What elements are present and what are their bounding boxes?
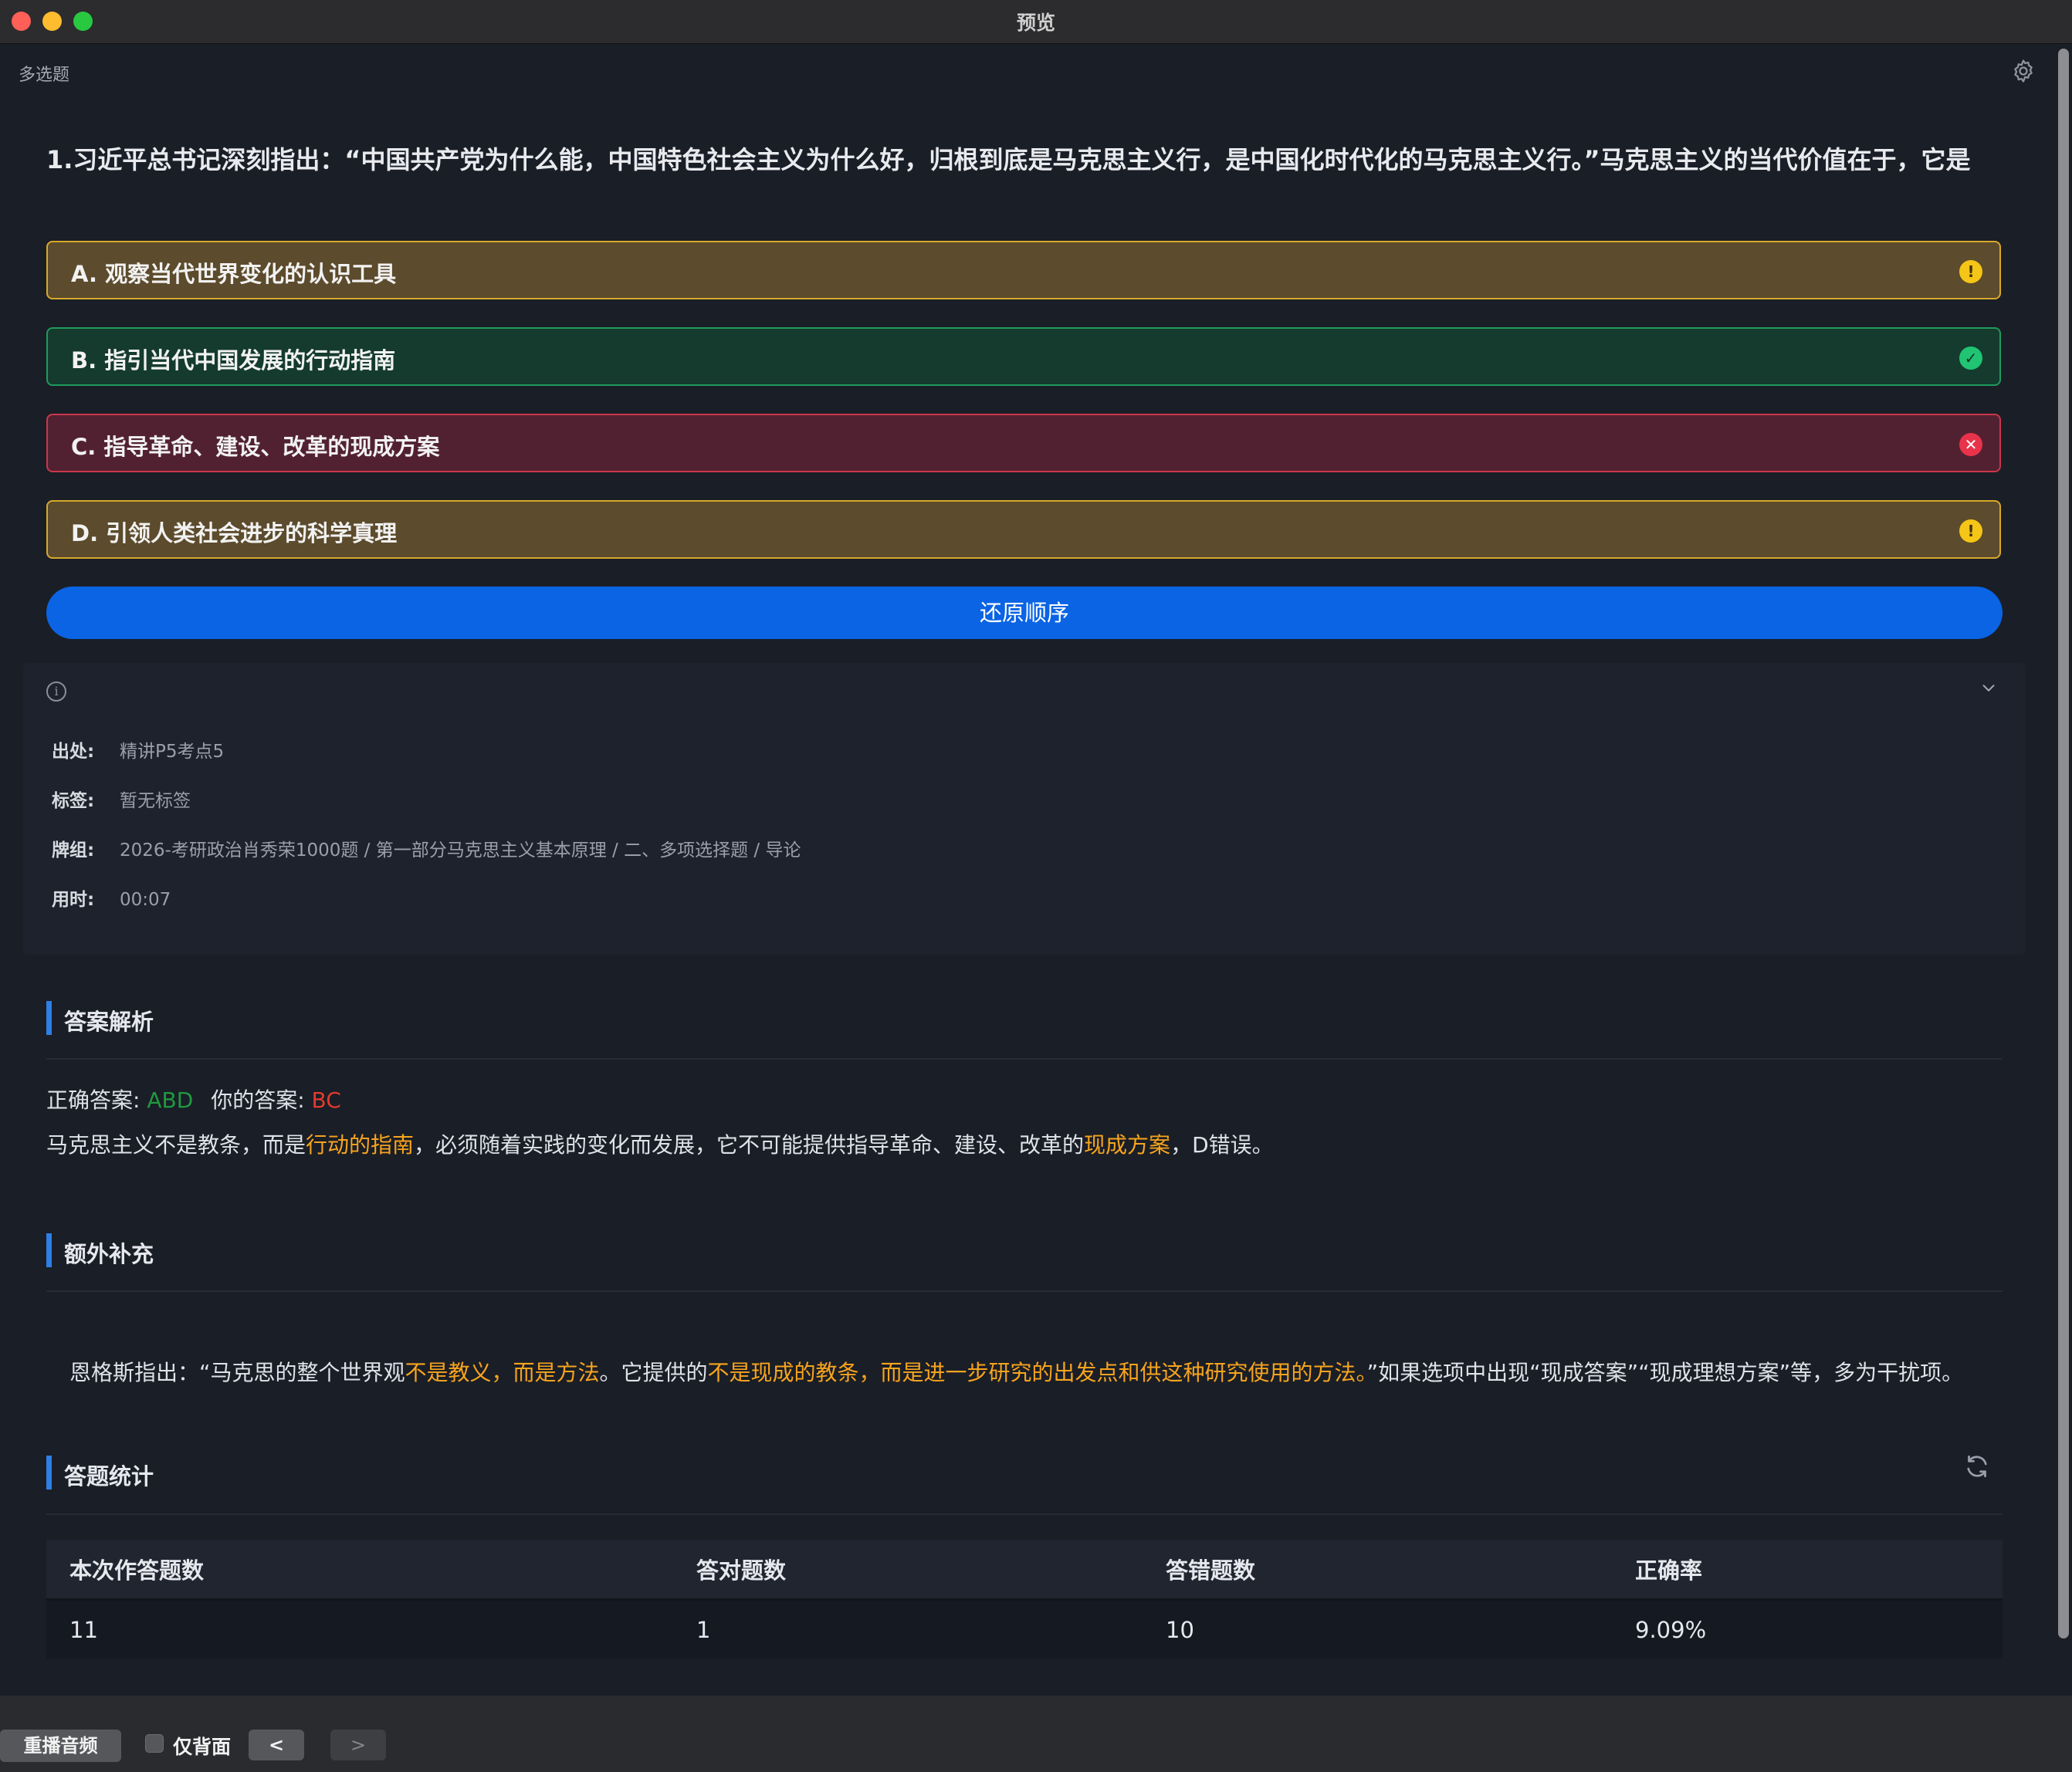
exclamation-icon: !: [1959, 260, 1982, 283]
extra-part: 。它提供的: [599, 1360, 708, 1385]
option-a[interactable]: A. 观察当代世界变化的认识工具 !: [46, 241, 2001, 299]
question-type-label: 多选题: [19, 66, 70, 85]
extra-title: 额外补充: [64, 1241, 154, 1267]
stats-table: 本次作答题数 答对题数 答错题数 正确率 11 1 10 9.09%: [46, 1540, 2003, 1659]
gear-icon[interactable]: [2010, 58, 2036, 84]
divider: [46, 1290, 2003, 1292]
column-header: 答对题数: [673, 1540, 1143, 1601]
correct-answer-value: ABD: [147, 1087, 194, 1113]
refresh-icon[interactable]: [1963, 1452, 1991, 1480]
back-only-label: 仅背面: [173, 1736, 232, 1758]
question-text: 1.习近平总书记深刻指出：“中国共产党为什么能，中国特色社会主义为什么好，归根到…: [46, 145, 1971, 174]
option-label: A. 观察当代世界变化的认识工具: [71, 261, 397, 287]
option-b[interactable]: B. 指引当代中国发展的行动指南 ✓: [46, 327, 2001, 386]
option-label: B. 指引当代中国发展的行动指南: [71, 347, 396, 374]
bottom-toolbar: 重播音频 仅背面 < >: [0, 1696, 2072, 1772]
user-answer-value: BC: [311, 1087, 341, 1113]
correct-answer-label: 正确答案:: [46, 1087, 147, 1113]
explanation-part: ，必须随着实践的变化而发展，它不可能提供指导革命、建设、改革的: [414, 1132, 1085, 1158]
table-header-row: 本次作答题数 答对题数 答错题数 正确率: [46, 1540, 2003, 1601]
option-label: D. 引领人类社会进步的科学真理: [71, 520, 398, 546]
exclamation-icon: !: [1959, 519, 1982, 543]
title-bar: 预览: [0, 0, 2072, 44]
chevron-down-icon[interactable]: [1980, 680, 1997, 697]
card-content: 多选题 1.习近平总书记深刻指出：“中国共产党为什么能，中国特色社会主义为什么好…: [0, 44, 2053, 1696]
extra-highlight: 不是现成的教条，而是进一步研究的出发点和供这种研究使用的方法。: [707, 1360, 1367, 1385]
info-panel: i 出处: 精讲P5考点5 标签: 暂无标签 牌组: 2026-考研政治肖秀荣1000…: [23, 663, 2026, 955]
explanation-text: 马克思主义不是教条，而是行动的指南，必须随着实践的变化而发展，它不可能提供指导革…: [46, 1128, 1274, 1159]
divider: [46, 1058, 2003, 1060]
extra-part: ”如果选项中出现“现成答案”“现成理想方案”等，多为干扰项。: [1366, 1360, 1964, 1385]
meta-source: 出处: 精讲P5考点5: [52, 736, 224, 763]
meta-value: 精讲P5考点5: [120, 742, 225, 762]
option-label: C. 指导革命、建设、改革的现成方案: [71, 434, 440, 460]
previous-button[interactable]: <: [249, 1730, 304, 1760]
section-accent-bar: [46, 1456, 52, 1490]
column-header: 答错题数: [1143, 1540, 1612, 1601]
analysis-title: 答案解析: [64, 1009, 154, 1035]
meta-value: 2026-考研政治肖秀荣1000题 / 第一部分马克思主义基本原理 / 二、多项…: [120, 840, 801, 861]
check-icon: ✓: [1959, 347, 1982, 370]
meta-key: 标签:: [52, 791, 95, 811]
meta-value: 00:07: [120, 890, 171, 910]
column-header: 本次作答题数: [46, 1540, 673, 1601]
back-only-checkbox[interactable]: [145, 1734, 164, 1753]
divider: [46, 1513, 2003, 1515]
explanation-highlight: 现成方案: [1084, 1132, 1171, 1158]
info-icon: i: [46, 681, 66, 702]
x-icon: ✕: [1959, 433, 1982, 456]
extra-text: 恩格斯指出：“马克思的整个世界观不是教义，而是方法。它提供的不是现成的教条，而是…: [69, 1356, 1984, 1390]
extra-highlight: 不是教义，而是方法: [405, 1360, 600, 1385]
column-header: 正确率: [1612, 1540, 2003, 1601]
option-d[interactable]: D. 引领人类社会进步的科学真理 !: [46, 500, 2001, 559]
extra-part: 恩格斯指出：“马克思的整个世界观: [69, 1360, 405, 1385]
next-button[interactable]: >: [330, 1730, 386, 1760]
option-c[interactable]: C. 指导革命、建设、改革的现成方案 ✕: [46, 414, 2001, 472]
table-cell: 1: [673, 1599, 1143, 1659]
meta-value: 暂无标签: [120, 791, 191, 811]
section-accent-bar: [46, 1233, 52, 1267]
section-accent-bar: [46, 1001, 52, 1035]
table-row: 11 1 10 9.09%: [46, 1599, 2003, 1659]
explanation-part: ，D错误。: [1170, 1132, 1274, 1158]
stats-title: 答题统计: [64, 1463, 154, 1490]
explanation-highlight: 行动的指南: [306, 1132, 415, 1158]
meta-key: 出处:: [52, 742, 95, 762]
scrollbar-thumb[interactable]: [2058, 49, 2069, 1638]
meta-deck: 牌组: 2026-考研政治肖秀荣1000题 / 第一部分马克思主义基本原理 / 二…: [52, 835, 801, 861]
meta-key: 牌组:: [52, 840, 95, 861]
table-cell: 10: [1143, 1599, 1612, 1659]
meta-key: 用时:: [52, 890, 95, 910]
restore-order-button[interactable]: 还原顺序: [46, 587, 2003, 639]
answer-summary: 正确答案: ABD 你的答案: BC: [46, 1084, 341, 1114]
meta-tags: 标签: 暂无标签: [52, 786, 191, 812]
preview-window: 预览 多选题 1.习近平总书记深刻指出：“中国共产党为什么能，中国特色社会主义为…: [0, 0, 2072, 1772]
table-cell: 11: [46, 1599, 673, 1659]
window-title: 预览: [1016, 12, 1055, 34]
replay-audio-button[interactable]: 重播音频: [0, 1730, 121, 1762]
explanation-part: 马克思主义不是教条，而是: [46, 1132, 306, 1158]
user-answer-label: 你的答案:: [211, 1087, 312, 1113]
meta-time: 用时: 00:07: [52, 884, 171, 911]
table-cell: 9.09%: [1612, 1599, 2003, 1659]
